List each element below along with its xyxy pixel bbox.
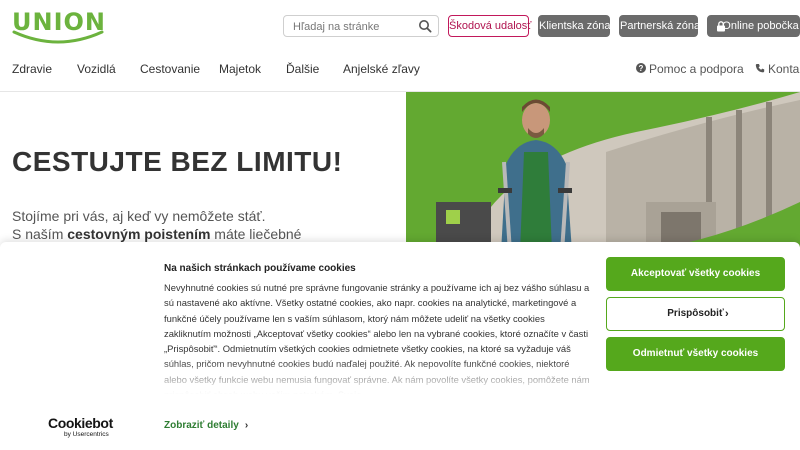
nav-item-other[interactable]: Ďalšie [286, 62, 319, 76]
hero-title: CESTUJTE BEZ LIMITU! [12, 146, 343, 177]
chevron-right-icon: › [244, 420, 249, 431]
lock-icon [717, 21, 725, 32]
nav-item-angel-discounts[interactable]: Anjelské zľavy [343, 62, 420, 76]
nav-item-vehicles[interactable]: Vozidlá [77, 62, 116, 76]
search-icon[interactable] [418, 19, 432, 33]
claim-button[interactable]: Škodová udalosť [448, 15, 531, 37]
nav-item-travel[interactable]: Cestovanie [140, 62, 200, 76]
show-details-link[interactable]: Zobraziť detaily › [164, 420, 248, 431]
accept-all-cookies-button[interactable]: Akceptovať všetky cookies [606, 257, 785, 291]
contact-link[interactable]: Kontakt [755, 62, 800, 76]
cookie-text-fade [160, 360, 600, 400]
partner-zone-button[interactable]: Partnerská zóna [619, 15, 700, 37]
client-zone-button[interactable]: Klientska zóna [538, 15, 611, 37]
union-logo[interactable]: UNION [12, 8, 105, 44]
nav-item-health[interactable]: Zdravie [12, 62, 52, 76]
cookiebot-sub: by Usercentrics [64, 431, 109, 438]
cookiebot-logo[interactable]: Cookiebot by Usercentrics [48, 415, 118, 439]
hero-text: Stojíme pri vás, aj keď vy nemôžete stáť… [12, 207, 312, 243]
logo-swoosh-icon [12, 30, 104, 44]
hero-text-line2-suffix: máte liečebné [210, 226, 302, 242]
hero-image [406, 92, 800, 252]
search-input[interactable] [293, 19, 413, 34]
main-nav: Zdravie Vozidlá Cestovanie Majetok Ďalši… [0, 60, 800, 80]
chevron-right-icon: › [725, 308, 729, 320]
site-header: UNION Škodová udalosť Klientska zóna Par… [0, 0, 800, 92]
customize-cookies-button[interactable]: Prispôsobiť › [606, 297, 785, 331]
svg-text:?: ? [639, 64, 644, 73]
phone-icon [755, 64, 765, 73]
cookie-title: Na našich stránkach používame cookies [164, 263, 356, 274]
help-icon: ? [636, 63, 646, 73]
hero-text-line2-prefix: S naším [12, 226, 68, 242]
support-link[interactable]: ? Pomoc a podpora [636, 62, 744, 76]
cookie-banner: Na našich stránkach používame cookies Ne… [0, 242, 800, 450]
support-label: Pomoc a podpora [649, 62, 744, 76]
hero-photo-illustration [406, 92, 800, 252]
search-box[interactable] [283, 15, 439, 37]
show-details-label: Zobraziť detaily [164, 420, 239, 431]
hero-text-line2-bold: cestovným poistením [67, 226, 211, 242]
nav-item-property[interactable]: Majetok [219, 62, 261, 76]
online-branch-label: Online pobočka [722, 20, 799, 32]
cookiebot-name: Cookiebot [48, 415, 113, 431]
reject-all-cookies-button[interactable]: Odmietnuť všetky cookies [606, 337, 785, 371]
contact-label: Kontakt [768, 62, 800, 76]
online-branch-button[interactable]: Online pobočka [707, 15, 800, 37]
hero-text-line1: Stojíme pri vás, aj keď vy nemôžete stáť… [12, 208, 266, 224]
customize-label: Prispôsobiť [667, 308, 724, 319]
